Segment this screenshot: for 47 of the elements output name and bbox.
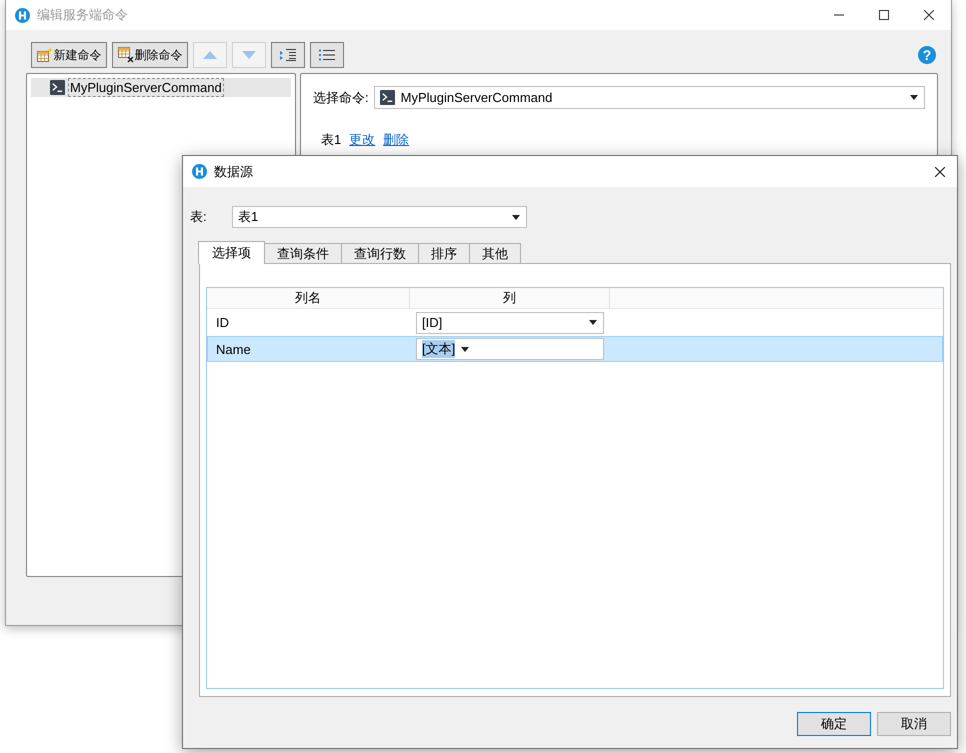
field-label: 选择命令: — [313, 88, 369, 106]
grid-row[interactable]: ID [ID] — [207, 309, 943, 336]
dialog-title: 数据源 — [214, 162, 253, 180]
caret-icon — [461, 346, 470, 352]
app-logo-icon — [15, 8, 30, 22]
terminal-icon — [380, 90, 395, 105]
table-cell-text: ID — [215, 315, 230, 330]
dialog-button[interactable]: 取消 — [877, 712, 951, 736]
caret-icon — [512, 214, 520, 220]
table-cell-text: Name — [215, 342, 252, 356]
column-dropdown[interactable]: [ID] — [416, 312, 604, 334]
grid-sparkle-icon — [36, 47, 52, 63]
down-triangle-icon — [242, 51, 256, 59]
tab[interactable]: 其他 — [469, 243, 521, 263]
terminal-icon — [50, 80, 65, 95]
up-triangle-icon — [203, 51, 217, 59]
list-icon — [319, 49, 335, 61]
tree-item-label: MyPluginServerCommand — [68, 78, 224, 97]
grid-cross-icon — [118, 47, 134, 63]
indent-button[interactable] — [271, 42, 305, 68]
grid-row[interactable]: Name [文本] — [207, 336, 943, 362]
table-name: 表1 — [321, 131, 342, 149]
tree-item[interactable]: MyPluginServerCommand — [31, 78, 291, 97]
app-logo-icon — [192, 164, 207, 179]
field-label: 表: — [190, 208, 208, 226]
tab[interactable]: 查询行数 — [341, 243, 419, 263]
column-header: 列名 — [207, 288, 410, 308]
delete-command-button[interactable]: 删除命令 — [112, 42, 188, 68]
caret-icon — [589, 320, 597, 325]
link[interactable]: 更改 — [349, 131, 376, 149]
close-icon — [935, 166, 945, 176]
new-command-button[interactable]: 新建命令 — [31, 42, 107, 68]
tab[interactable]: 选择项 — [198, 241, 265, 264]
dialog-button[interactable]: 确定 — [797, 712, 871, 736]
column-header: 列 — [410, 288, 610, 308]
close-icon — [924, 10, 934, 20]
table-dropdown[interactable]: 表1 — [232, 206, 527, 228]
command-dropdown[interactable]: MyPluginServerCommand — [374, 86, 925, 109]
maximize-icon — [878, 10, 888, 20]
outdent-button[interactable] — [310, 42, 344, 68]
tab[interactable]: 排序 — [418, 243, 470, 263]
column-dropdown[interactable]: [文本] — [416, 338, 604, 360]
caret-icon — [910, 95, 918, 100]
indent-icon — [280, 49, 296, 61]
tab[interactable]: 查询条件 — [264, 243, 342, 263]
link[interactable]: 删除 — [383, 131, 410, 149]
window-title: 编辑服务端命令 — [37, 6, 128, 24]
